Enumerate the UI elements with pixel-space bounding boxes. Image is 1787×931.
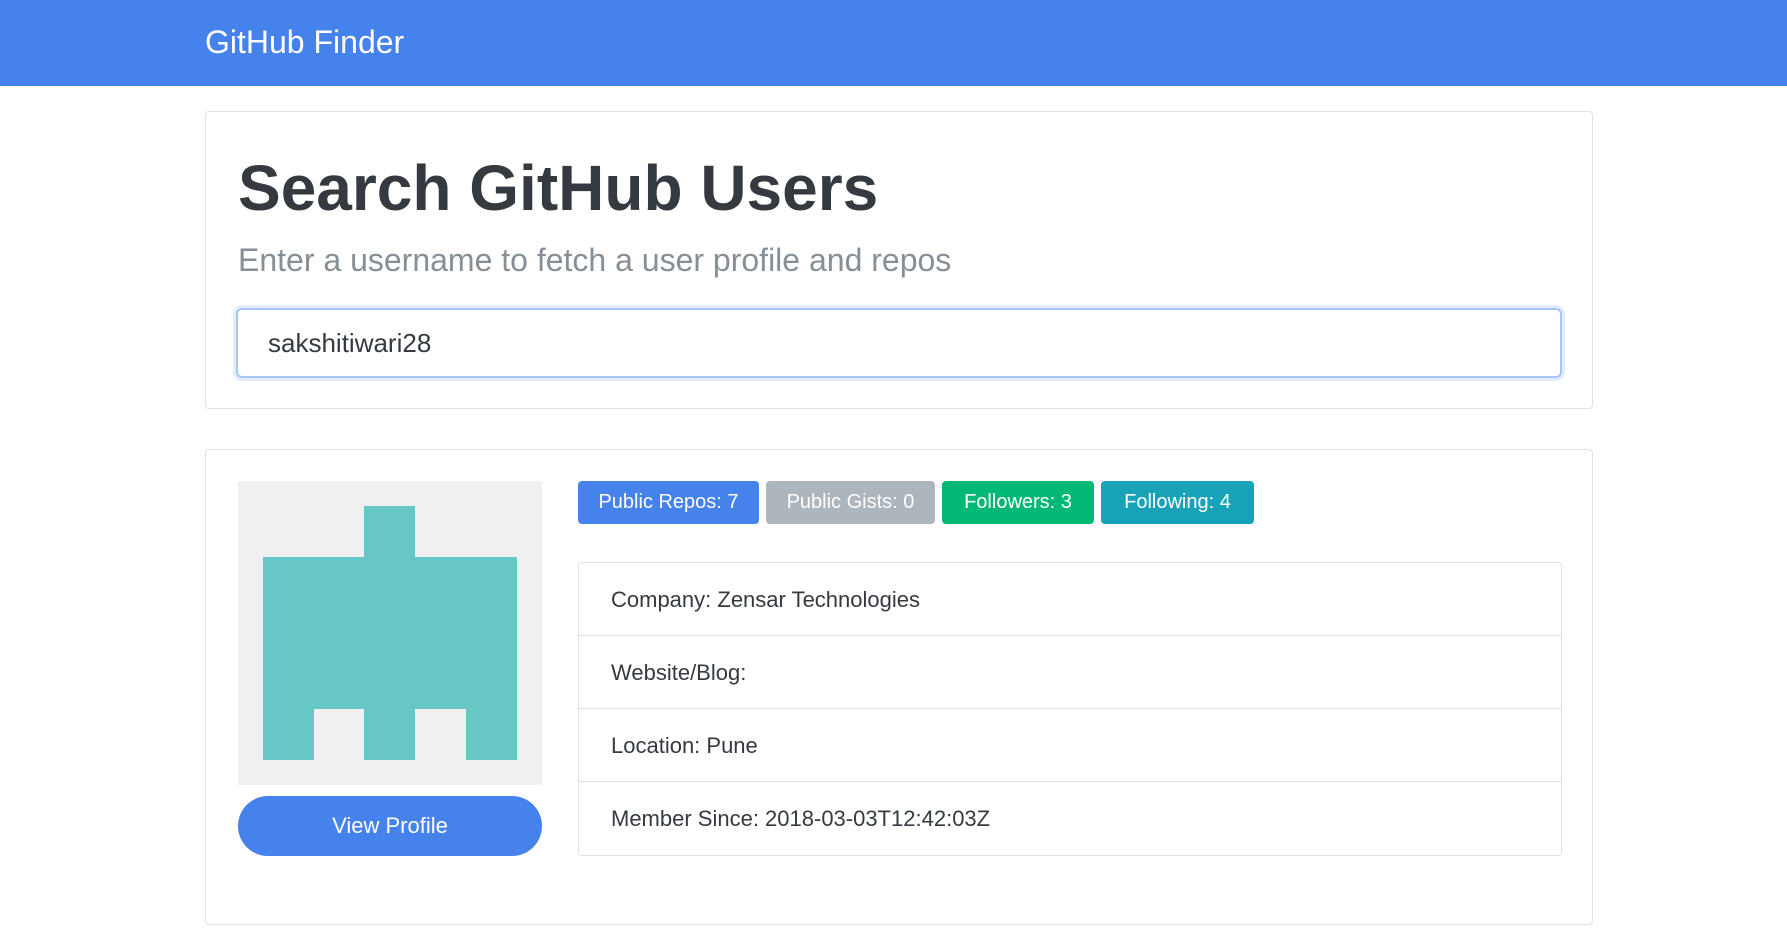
member-since-item: Member Since: 2018-03-03T12:42:03Z — [611, 806, 991, 831]
following-badge: Following: 4 — [1101, 481, 1254, 524]
avatar — [238, 481, 542, 785]
page-subtitle: Enter a username to fetch a user profile… — [238, 242, 952, 278]
view-profile-button[interactable]: View Profile — [238, 796, 542, 856]
profile-details-list: Company: Zensar Technologies Website/Blo… — [578, 562, 1562, 856]
website-item: Website/Blog: — [579, 636, 1561, 709]
company-item: Company: Zensar Technologies — [579, 563, 1561, 636]
search-card: Search GitHub Users Enter a username to … — [205, 111, 1593, 409]
identicon-avatar-icon — [263, 506, 517, 760]
public-gists-badge: Public Gists: 0 — [766, 481, 935, 524]
location-item: Location: Pune — [579, 709, 1561, 782]
public-repos-badge: Public Repos: 7 — [578, 481, 759, 524]
page-title: Search GitHub Users — [238, 152, 879, 224]
followers-badge: Followers: 3 — [942, 481, 1094, 524]
search-input[interactable] — [236, 308, 1562, 378]
navbar: GitHub Finder — [0, 0, 1787, 86]
brand-title[interactable]: GitHub Finder — [205, 22, 404, 62]
profile-card: View Profile Public Repos: 7 Public Gist… — [205, 449, 1593, 925]
